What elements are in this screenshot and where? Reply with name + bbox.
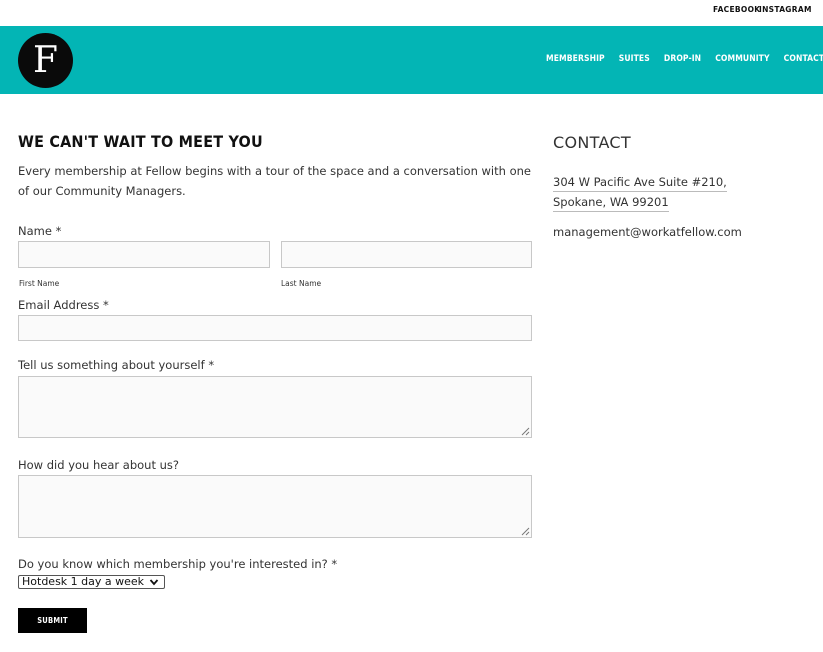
top-bar: FACEBOOK INSTAGRAM (0, 0, 823, 26)
first-name-input[interactable] (18, 241, 270, 268)
resize-handle-icon[interactable] (521, 427, 530, 436)
first-name-sublabel: First Name (19, 279, 60, 288)
nav-contact[interactable]: CONTACT (784, 54, 823, 64)
email-label: Email Address * (18, 298, 109, 312)
submit-button[interactable]: SUBMIT (18, 608, 87, 633)
hear-label: How did you hear about us? (18, 458, 179, 472)
address-line2-link[interactable]: Spokane, WA 99201 (553, 194, 669, 212)
contact-section: CONTACT 304 W Pacific Ave Suite #210, Sp… (553, 132, 803, 240)
last-name-input[interactable] (281, 241, 532, 268)
hear-textarea[interactable] (18, 475, 532, 538)
membership-selected-value: Hotdesk 1 day a week (22, 575, 145, 588)
membership-select[interactable]: Hotdesk 1 day a week (18, 575, 165, 589)
nav-membership[interactable]: MEMBERSHIP (546, 54, 605, 64)
address-block: 304 W Pacific Ave Suite #210, Spokane, W… (553, 172, 803, 212)
form-intro: Every membership at Fellow begins with a… (18, 164, 531, 198)
membership-label: Do you know which membership you're inte… (18, 557, 338, 571)
address-line1-link[interactable]: 304 W Pacific Ave Suite #210, (553, 174, 727, 192)
fellow-logo[interactable]: F (18, 33, 73, 88)
site-header: F MEMBERSHIP SUITES DROP-IN COMMUNITY CO… (0, 26, 823, 94)
name-label: Name * (18, 224, 62, 238)
facebook-link[interactable]: FACEBOOK (713, 5, 760, 14)
about-label: Tell us something about yourself * (18, 358, 215, 372)
form-heading: WE CAN'T WAIT TO MEET YOU (18, 132, 263, 151)
nav-community[interactable]: COMMUNITY (715, 54, 769, 64)
membership-form-section: WE CAN'T WAIT TO MEET YOU Every membersh… (18, 130, 532, 633)
instagram-link[interactable]: INSTAGRAM (759, 5, 812, 14)
resize-handle-icon[interactable] (521, 527, 530, 536)
about-textarea[interactable] (18, 376, 532, 438)
contact-email[interactable]: management@workatfellow.com (553, 224, 803, 240)
chevron-down-icon (149, 579, 159, 586)
nav-suites[interactable]: SUITES (619, 54, 650, 64)
main-nav: MEMBERSHIP SUITES DROP-IN COMMUNITY CONT… (546, 54, 823, 64)
email-input[interactable] (18, 315, 532, 341)
last-name-sublabel: Last Name (281, 279, 322, 288)
contact-heading: CONTACT (553, 133, 631, 152)
logo-letter: F (33, 39, 58, 81)
nav-drop-in[interactable]: DROP-IN (664, 54, 701, 64)
